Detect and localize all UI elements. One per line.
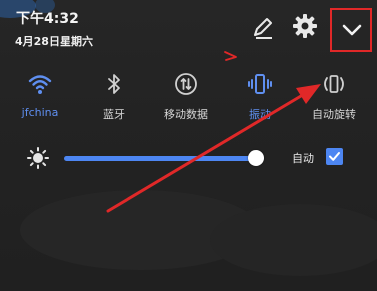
tile-wifi-label: jfchina xyxy=(21,106,59,119)
tile-vibrate[interactable]: 振动 xyxy=(228,70,292,128)
tile-auto-rotate-label: 自动旋转 xyxy=(312,108,356,121)
tile-mobile-data[interactable]: 移动数据 xyxy=(154,70,218,128)
pencil-icon[interactable] xyxy=(250,14,276,40)
tile-mobile-data-label: 移动数据 xyxy=(164,108,208,121)
auto-rotate-icon xyxy=(324,75,344,93)
status-time: 下午4:32 xyxy=(16,11,79,27)
gear-icon[interactable] xyxy=(292,13,318,39)
brightness-icon xyxy=(27,147,49,169)
mobile-data-icon xyxy=(175,73,197,95)
tile-bluetooth-label: 蓝牙 xyxy=(103,108,125,121)
collapse-button[interactable] xyxy=(330,8,372,52)
quick-settings-panel: 下午4:32 4月28日星期六 jfchina 蓝牙 移动数据 振动 自动旋转 … xyxy=(0,0,377,291)
chevron-down-icon xyxy=(342,24,362,36)
tile-wifi[interactable]: jfchina xyxy=(8,70,72,128)
auto-brightness-label: 自动 xyxy=(292,152,314,165)
tile-auto-rotate[interactable]: 自动旋转 xyxy=(302,70,366,128)
tile-vibrate-label: 振动 xyxy=(249,108,271,121)
tile-bluetooth[interactable]: 蓝牙 xyxy=(82,70,146,128)
brightness-slider-thumb[interactable] xyxy=(248,150,264,166)
vibrate-icon xyxy=(248,74,272,94)
checkmark-icon xyxy=(329,152,340,161)
wifi-icon xyxy=(28,75,52,94)
status-date: 4月28日星期六 xyxy=(15,35,93,48)
bluetooth-icon xyxy=(108,74,120,94)
auto-brightness-checkbox[interactable] xyxy=(326,148,343,165)
brightness-slider-track[interactable] xyxy=(64,156,264,161)
brightness-slider[interactable] xyxy=(64,150,272,168)
